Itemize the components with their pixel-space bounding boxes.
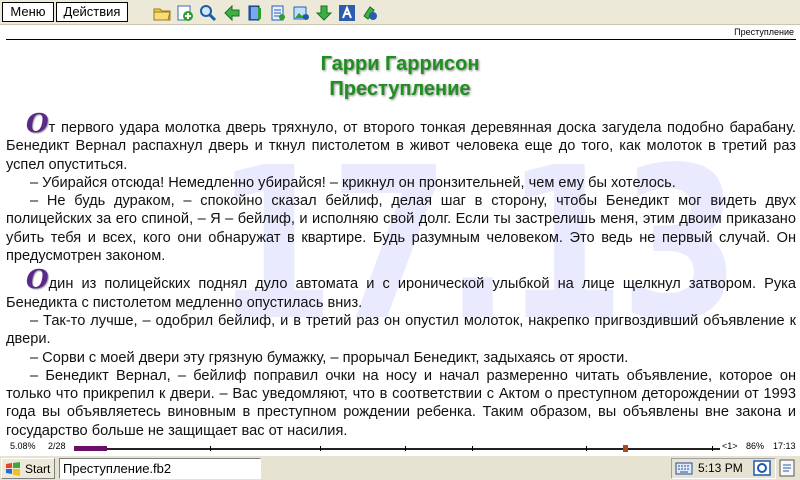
- reading-status-bar: 5.08% 2/28 <1> 86% 17:13: [0, 438, 800, 455]
- battery-level: 86%: [746, 441, 765, 451]
- reader-page[interactable]: Преступление 17.13 Гарри Гаррисон Престу…: [0, 25, 800, 455]
- back-arrow-icon[interactable]: [222, 3, 242, 22]
- taskbar-clock[interactable]: 5:13 PM: [698, 461, 743, 475]
- running-header: Преступление: [734, 27, 794, 37]
- search-icon[interactable]: [198, 3, 218, 22]
- paragraph: – Убирайся отсюда! Немедленно убирайся! …: [30, 174, 676, 191]
- book-author: Гарри Гаррисон: [320, 53, 480, 75]
- paragraph: Один из полицейских поднял дуло автомата…: [6, 265, 796, 311]
- pocketbook-icon[interactable]: [778, 459, 796, 477]
- book-icon[interactable]: [245, 3, 265, 22]
- drop-cap: О: [26, 265, 49, 296]
- add-bookmark-icon[interactable]: [175, 3, 195, 22]
- paragraph: – Бенедикт Вернал, – бейлиф поправил очк…: [6, 367, 796, 439]
- chapter-tick: [320, 446, 321, 451]
- progress-fill: [74, 446, 107, 451]
- chapter-indicator: <1>: [722, 441, 738, 451]
- book-title-block: Гарри Гаррисон Преступление: [0, 52, 800, 102]
- reader-toolbar: Меню Действия: [0, 0, 800, 25]
- image-icon[interactable]: [291, 3, 311, 22]
- windows-logo-icon: [6, 461, 20, 476]
- open-folder-icon[interactable]: [152, 3, 172, 22]
- header-divider: [6, 39, 796, 40]
- page-counter: 2/28: [48, 441, 66, 451]
- book-title: Преступление: [329, 78, 471, 100]
- reader-app-icon[interactable]: [753, 460, 771, 476]
- start-label: Start: [25, 461, 51, 476]
- font-icon[interactable]: [337, 3, 357, 22]
- chapter-tick: [210, 446, 211, 451]
- bookmark-marker[interactable]: [623, 445, 628, 452]
- chapter-tick: [712, 446, 713, 451]
- start-button[interactable]: Start: [1, 458, 55, 479]
- keyboard-icon[interactable]: [675, 461, 693, 475]
- actions-button[interactable]: Действия: [56, 2, 128, 22]
- chapter-tick: [472, 446, 473, 451]
- status-clock: 17:13: [773, 441, 796, 451]
- drop-cap: О: [26, 109, 49, 139]
- progress-percent: 5.08%: [10, 441, 36, 451]
- progress-bar[interactable]: [74, 445, 720, 452]
- paragraph: От первого удара молотка дверь тряхнуло,…: [6, 109, 796, 173]
- settings-icon[interactable]: [360, 3, 380, 22]
- book-text: От первого удара молотка дверь тряхнуло,…: [6, 109, 796, 440]
- down-arrow-icon[interactable]: [314, 3, 334, 22]
- chapter-tick: [586, 446, 587, 451]
- taskbar: Start Преступление.fb2 5:13 PM: [0, 455, 800, 480]
- menu-button[interactable]: Меню: [2, 2, 54, 22]
- taskbar-window-item[interactable]: Преступление.fb2: [59, 458, 261, 479]
- chapter-tick: [405, 446, 406, 451]
- paragraph: – Не будь дураком, – спокойно сказал бей…: [6, 193, 796, 265]
- paragraph: – Так-то лучше, – одобрил бейлиф, и в тр…: [6, 312, 796, 348]
- paragraph: – Сорви с моей двери эту грязную бумажку…: [30, 349, 629, 366]
- contents-icon[interactable]: [268, 3, 288, 22]
